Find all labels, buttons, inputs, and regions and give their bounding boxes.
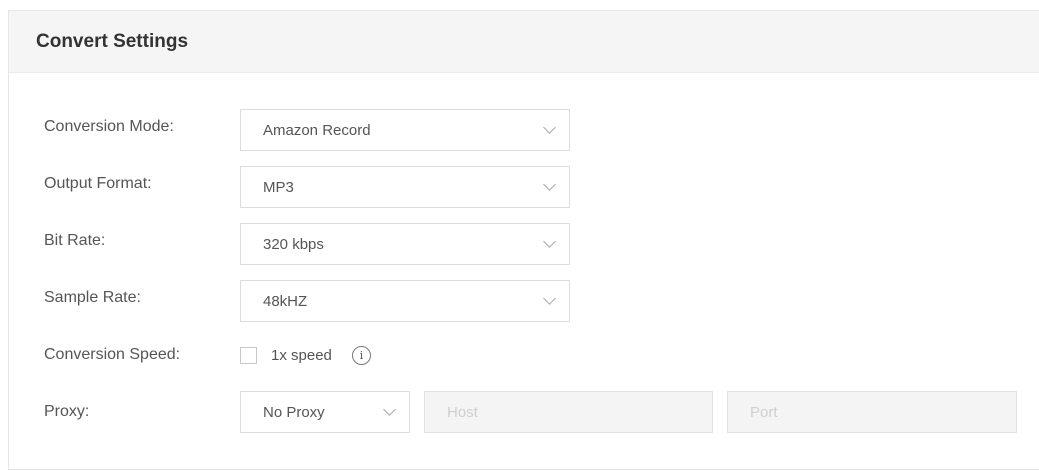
panel-header: Convert Settings — [9, 11, 1039, 73]
proxy-value: No Proxy — [263, 403, 325, 421]
panel-title: Convert Settings — [36, 30, 189, 52]
proxy-select[interactable]: No Proxy — [240, 391, 410, 433]
output-format-select[interactable]: MP3 — [240, 166, 570, 208]
bit-rate-label: Bit Rate: — [44, 232, 106, 249]
chevron-down-icon — [543, 292, 556, 305]
conversion-mode-value: Amazon Record — [263, 121, 371, 139]
output-format-value: MP3 — [263, 178, 294, 196]
proxy-port-input[interactable] — [727, 391, 1017, 433]
output-format-label: Output Format: — [44, 175, 152, 192]
chevron-down-icon — [543, 178, 556, 191]
speed-checkbox[interactable] — [240, 347, 257, 364]
chevron-down-icon — [543, 235, 556, 248]
sample-rate-label: Sample Rate: — [44, 289, 141, 306]
bit-rate-select[interactable]: 320 kbps — [240, 223, 570, 265]
speed-option-label: 1x speed — [271, 347, 332, 364]
conversion-mode-label: Conversion Mode: — [44, 118, 174, 135]
sample-rate-value: 48kHZ — [263, 292, 308, 310]
proxy-label: Proxy: — [44, 403, 90, 420]
proxy-host-input[interactable] — [424, 391, 713, 433]
info-icon[interactable]: i — [351, 346, 371, 365]
chevron-down-icon — [543, 121, 556, 134]
conversion-mode-select[interactable]: Amazon Record — [240, 109, 570, 151]
bit-rate-value: 320 kbps — [263, 235, 324, 253]
conversion-speed-option: 1x speed i — [240, 346, 371, 365]
convert-settings-panel: Convert Settings Conversion Mode: Amazon… — [8, 10, 1039, 470]
chevron-down-icon — [383, 403, 396, 416]
conversion-speed-label: Conversion Speed: — [44, 346, 181, 363]
sample-rate-select[interactable]: 48kHZ — [240, 280, 570, 322]
